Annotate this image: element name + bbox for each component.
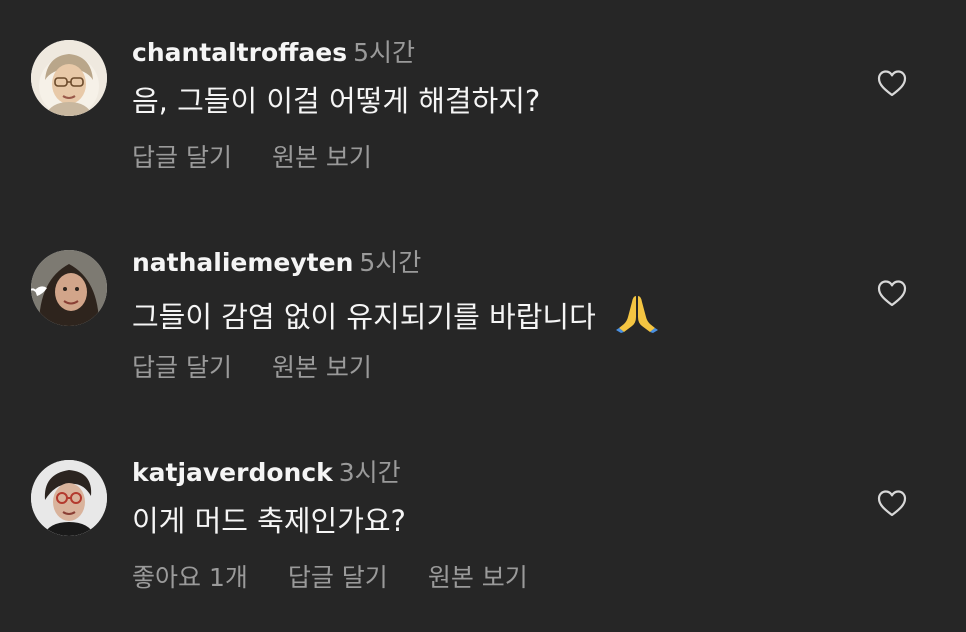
comment-text: 이게 머드 축제인가요? [132, 504, 406, 538]
timestamp: 3시간 [338, 458, 401, 487]
comment-actions: 답글 달기 원본 보기 [132, 353, 412, 383]
comment-header: katjaverdonck 3시간 [132, 458, 401, 488]
comment-text: 음, 그들이 이걸 어떻게 해결하지? [132, 84, 541, 118]
timestamp: 5시간 [353, 38, 415, 67]
comment-item: nathaliemeyten 5시간 그들이 감염 없이 유지되기를 바랍니다 답… [0, 210, 966, 400]
timestamp: 5시간 [359, 248, 422, 277]
reply-button[interactable]: 답글 달기 [132, 143, 232, 172]
reply-button[interactable]: 답글 달기 [288, 563, 388, 592]
avatar-image [31, 460, 107, 536]
comment-actions: 답글 달기 원본 보기 [132, 143, 412, 173]
comment-item: chantaltroffaes 5시간 음, 그들이 이걸 어떻게 해결하지? 답… [0, 0, 966, 190]
folded-hands-icon [615, 293, 659, 341]
heart-icon[interactable] [876, 278, 908, 308]
avatar[interactable] [31, 250, 107, 326]
comment-item: katjaverdonck 3시간 이게 머드 축제인가요? 좋아요 1개 답글 달… [0, 420, 966, 610]
reply-button[interactable]: 답글 달기 [132, 353, 232, 382]
username[interactable]: nathaliemeyten [132, 248, 353, 277]
view-original-button[interactable]: 원본 보기 [428, 563, 528, 592]
username[interactable]: katjaverdonck [132, 458, 333, 487]
username[interactable]: chantaltroffaes [132, 38, 347, 67]
comment-actions: 좋아요 1개 답글 달기 원본 보기 [132, 563, 568, 593]
avatar[interactable] [31, 40, 107, 116]
comment-text: 그들이 감염 없이 유지되기를 바랍니다 [132, 293, 659, 341]
likes-count-button[interactable]: 좋아요 1개 [132, 563, 248, 592]
comment-text-body: 그들이 감염 없이 유지되기를 바랍니다 [132, 300, 596, 334]
avatar-image [31, 40, 107, 116]
avatar[interactable] [31, 460, 107, 536]
view-original-button[interactable]: 원본 보기 [272, 353, 372, 382]
avatar-image [31, 250, 107, 326]
comment-header: chantaltroffaes 5시간 [132, 38, 415, 68]
comment-header: nathaliemeyten 5시간 [132, 248, 421, 278]
heart-icon[interactable] [876, 488, 908, 518]
heart-icon[interactable] [876, 68, 908, 98]
view-original-button[interactable]: 원본 보기 [272, 143, 372, 172]
